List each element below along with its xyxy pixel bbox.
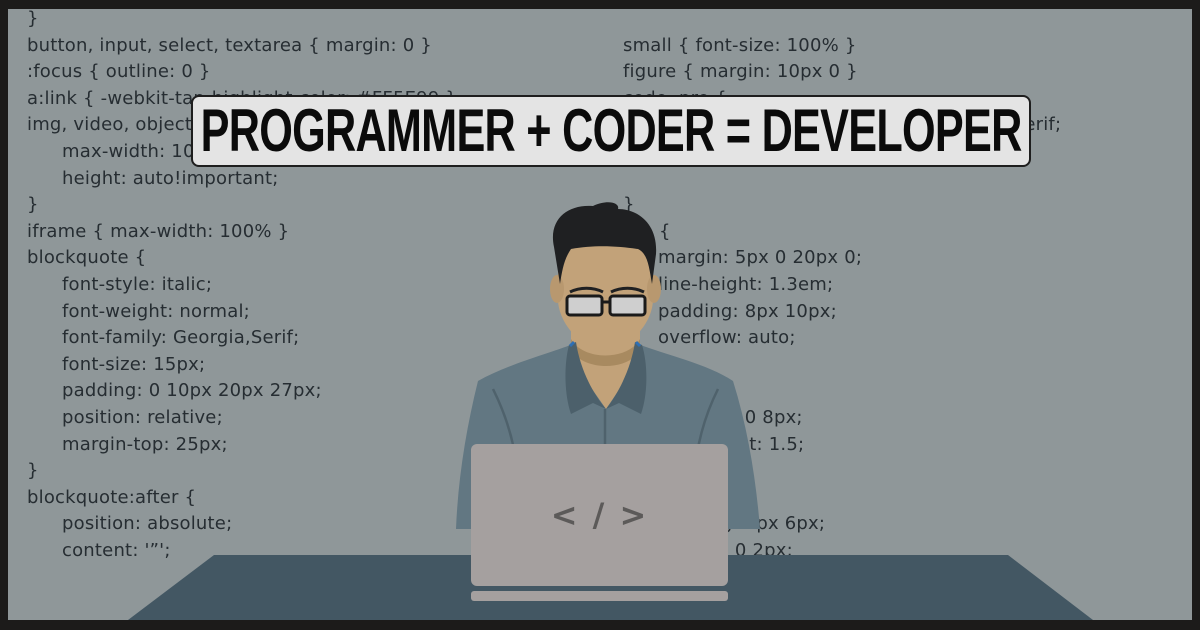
code-line: overflow: auto;	[658, 327, 796, 349]
eyebrow-left	[569, 286, 604, 294]
code-line: small { font-size: 100% }	[623, 34, 857, 56]
collar-left	[565, 342, 606, 414]
code-line: figure { margin: 10px 0 }	[623, 61, 858, 83]
code-line: blockquote:after {	[27, 486, 197, 508]
title-banner: PROGRAMMER + CODER = DEVELOPER	[191, 95, 1031, 167]
code-line: }	[623, 194, 635, 216]
code-line: }	[27, 9, 39, 29]
laptop-logo: < / >	[471, 444, 728, 586]
code-line: font-weight: normal;	[62, 300, 250, 322]
code-line: position: absolute;	[62, 513, 233, 535]
ear-left	[550, 275, 564, 303]
code-line: :focus { outline: 0 }	[27, 61, 211, 83]
code-line: line-height: 1.3em;	[658, 273, 834, 295]
collar-blue-left	[568, 340, 576, 348]
code-line: pre {	[623, 220, 671, 242]
code-line: height: auto!important;	[62, 167, 279, 189]
code-line: font-style: italic;	[62, 273, 213, 295]
code-line: }	[623, 353, 635, 375]
code-line: font-size: 15px;	[62, 353, 206, 375]
code-line: iframe { max-width: 100% }	[27, 220, 290, 242]
code-line: content: '”';	[62, 539, 171, 561]
code-line: }	[27, 194, 39, 216]
code-brackets-icon: < / >	[550, 496, 649, 534]
illustration-canvas: } button, input, select, textarea { margi…	[8, 9, 1192, 620]
code-line: code {	[623, 380, 685, 402]
code-line: padding: 8px 10px;	[658, 300, 837, 322]
code-line: margin-top: 25px;	[62, 433, 228, 455]
code-line: margin: 5px 0 20px 0;	[658, 247, 863, 269]
laptop-base	[471, 591, 728, 601]
code-line: font-family: Georgia,Serif;	[62, 327, 300, 349]
code-line: padding: 0 8px;	[658, 406, 803, 428]
page-title: PROGRAMMER + CODER = DEVELOPER	[200, 97, 1023, 164]
code-listing-left: } button, input, select, textarea { margi…	[27, 9, 457, 564]
code-line: position: relative;	[62, 406, 223, 428]
code-line: button, input, select, textarea { margin…	[27, 34, 432, 56]
code-line: padding: 0 10px 20px 27px;	[62, 380, 322, 402]
code-line: }	[27, 460, 39, 482]
code-line: blockquote {	[27, 247, 147, 269]
